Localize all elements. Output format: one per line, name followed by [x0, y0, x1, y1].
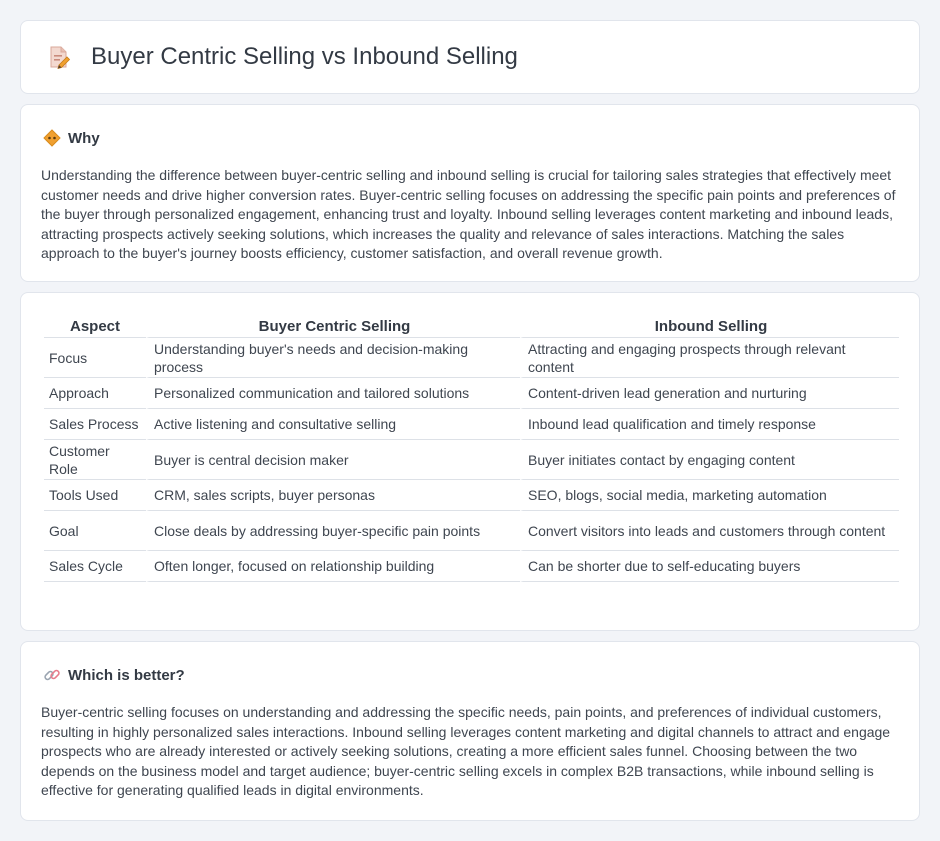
table-header-row: Aspect Buyer Centric Selling Inbound Sel… — [44, 315, 899, 338]
comparison-card: Aspect Buyer Centric Selling Inbound Sel… — [20, 292, 920, 631]
diamond-sign-icon — [43, 129, 61, 147]
table-row: Sales Cycle Often longer, focused on rel… — [44, 551, 899, 582]
why-heading: Why — [68, 129, 100, 147]
table-row: Sales Process Active listening and consu… — [44, 409, 899, 440]
header-inbound: Inbound Selling — [520, 315, 899, 338]
buyer-centric-cell: CRM, sales scripts, buyer personas — [146, 480, 520, 511]
why-text: Understanding the difference between buy… — [41, 167, 896, 262]
inbound-cell: SEO, blogs, social media, marketing auto… — [520, 480, 899, 511]
link-icon — [43, 666, 61, 684]
which-is-better-heading: Which is better? — [68, 666, 185, 684]
buyer-centric-cell: Understanding buyer's needs and decision… — [146, 338, 520, 378]
header-card: Buyer Centric Selling vs Inbound Selling — [20, 20, 920, 94]
inbound-cell: Inbound lead qualification and timely re… — [520, 409, 899, 440]
aspect-cell: Goal — [44, 511, 146, 551]
table-row: Customer Role Buyer is central decision … — [44, 440, 899, 480]
table-row: Goal Close deals by addressing buyer-spe… — [44, 511, 899, 551]
aspect-cell: Customer Role — [44, 440, 146, 480]
table-row: Tools Used CRM, sales scripts, buyer per… — [44, 480, 899, 511]
inbound-cell: Attracting and engaging prospects throug… — [520, 338, 899, 378]
inbound-cell: Can be shorter due to self-educating buy… — [520, 551, 899, 582]
buyer-centric-cell: Active listening and consultative sellin… — [146, 409, 520, 440]
buyer-centric-cell: Buyer is central decision maker — [146, 440, 520, 480]
document-pencil-icon — [47, 45, 71, 70]
aspect-cell: Sales Cycle — [44, 551, 146, 582]
which-is-better-text: Buyer-centric selling focuses on underst… — [41, 704, 891, 799]
aspect-cell: Focus — [44, 338, 146, 378]
table-row: Approach Personalized communication and … — [44, 378, 899, 409]
inbound-cell: Buyer initiates contact by engaging cont… — [520, 440, 899, 480]
inbound-cell: Content-driven lead generation and nurtu… — [520, 378, 899, 409]
header-aspect: Aspect — [44, 315, 146, 338]
aspect-cell: Tools Used — [44, 480, 146, 511]
comparison-table: Aspect Buyer Centric Selling Inbound Sel… — [44, 315, 899, 582]
buyer-centric-cell: Personalized communication and tailored … — [146, 378, 520, 409]
table-row: Focus Understanding buyer's needs and de… — [44, 338, 899, 378]
buyer-centric-cell: Often longer, focused on relationship bu… — [146, 551, 520, 582]
why-section: Why Understanding the difference between… — [20, 104, 920, 282]
aspect-cell: Sales Process — [44, 409, 146, 440]
which-is-better-section: Which is better? Buyer-centric selling f… — [20, 641, 920, 821]
inbound-cell: Convert visitors into leads and customer… — [520, 511, 899, 551]
header-buyer-centric: Buyer Centric Selling — [146, 315, 520, 338]
aspect-cell: Approach — [44, 378, 146, 409]
page-title: Buyer Centric Selling vs Inbound Selling — [91, 43, 518, 70]
buyer-centric-cell: Close deals by addressing buyer-specific… — [146, 511, 520, 551]
